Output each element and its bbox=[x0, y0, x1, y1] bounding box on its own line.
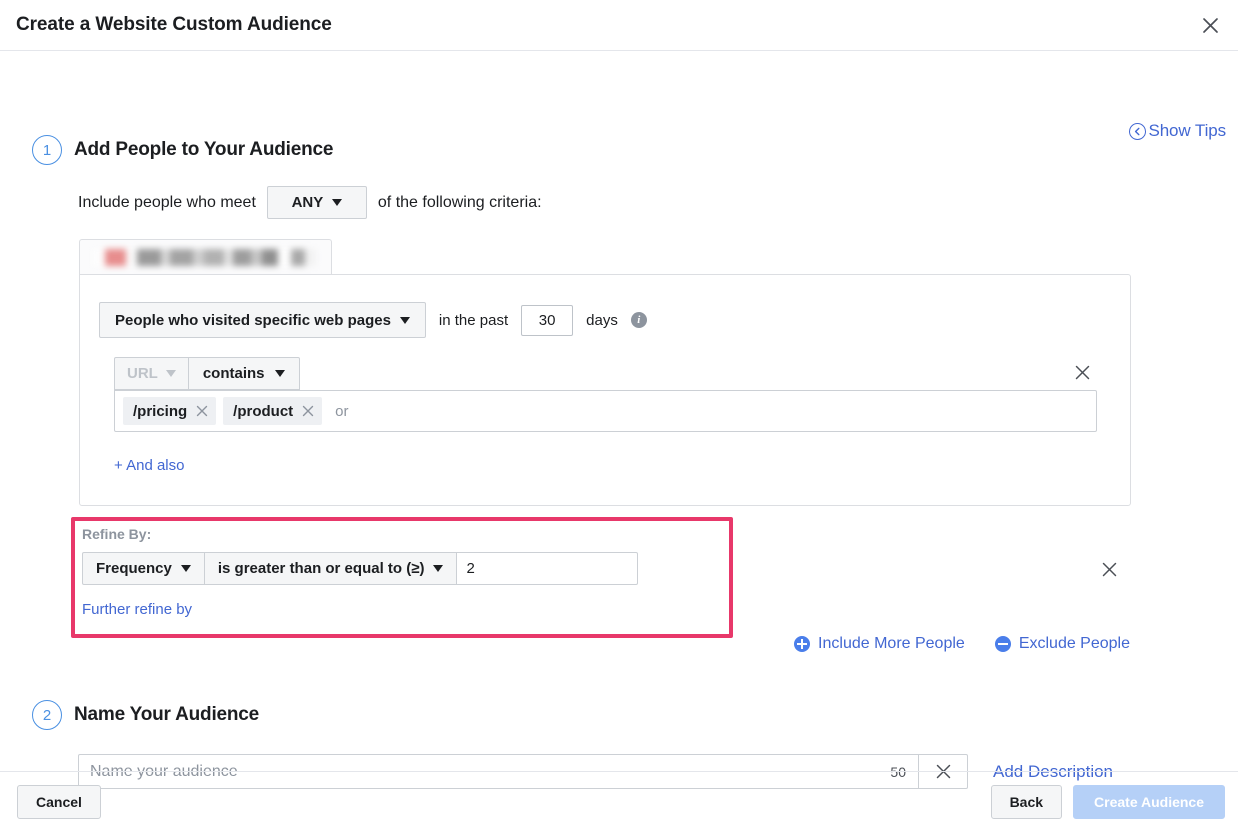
back-button[interactable]: Back bbox=[991, 785, 1062, 819]
pixel-source-tab[interactable] bbox=[79, 239, 332, 275]
create-audience-button[interactable]: Create Audience bbox=[1073, 785, 1225, 819]
cancel-button[interactable]: Cancel bbox=[17, 785, 101, 819]
chevron-down-icon bbox=[433, 565, 443, 572]
close-icon bbox=[302, 405, 314, 417]
close-icon bbox=[1202, 17, 1219, 34]
url-field-dropdown[interactable]: URL bbox=[114, 357, 189, 390]
and-also-link[interactable]: + And also bbox=[114, 457, 184, 474]
url-values-field[interactable]: /pricing /product or bbox=[114, 390, 1097, 432]
close-icon bbox=[1102, 562, 1117, 577]
chevron-down-icon bbox=[275, 370, 285, 377]
url-value-chip: /pricing bbox=[123, 397, 216, 425]
close-icon bbox=[1075, 365, 1090, 380]
in-the-past-label: in the past bbox=[439, 312, 508, 329]
info-icon[interactable]: i bbox=[631, 312, 647, 328]
url-field-value: URL bbox=[127, 365, 158, 382]
chevron-down-icon bbox=[400, 317, 410, 324]
chip-label: /pricing bbox=[133, 403, 187, 420]
include-more-people-label: Include More People bbox=[818, 635, 965, 653]
url-values-placeholder: or bbox=[335, 403, 348, 420]
step-1-header: 1 Add People to Your Audience bbox=[32, 135, 333, 165]
redacted-pixel-name bbox=[92, 249, 316, 266]
refine-value-input[interactable] bbox=[457, 552, 638, 585]
refine-by-label: Refine By: bbox=[82, 526, 151, 542]
step-1-number: 1 bbox=[32, 135, 62, 165]
refine-operator-dropdown[interactable]: is greater than or equal to (≥) bbox=[205, 552, 458, 585]
url-operator-value: contains bbox=[203, 365, 265, 382]
dialog-body: Show Tips 1 Add People to Your Audience … bbox=[0, 51, 1238, 770]
audience-scope-links: Include More People Exclude People bbox=[794, 635, 1130, 653]
show-tips-button[interactable]: Show Tips bbox=[1129, 121, 1226, 141]
step-1-title: Add People to Your Audience bbox=[74, 139, 333, 161]
refine-operator-value: is greater than or equal to (≥) bbox=[218, 560, 425, 577]
page-title: Create a Website Custom Audience bbox=[16, 14, 332, 36]
dialog-footer: Cancel Back Create Audience bbox=[0, 771, 1238, 832]
step-2-header: 2 Name Your Audience bbox=[32, 700, 259, 730]
url-operator-dropdown[interactable]: contains bbox=[189, 357, 300, 390]
remove-refine-button[interactable] bbox=[1098, 558, 1120, 580]
criteria-sentence: Include people who meet ANY of the follo… bbox=[78, 186, 542, 219]
remove-chip-button[interactable] bbox=[302, 405, 314, 417]
criteria-suffix-label: of the following criteria: bbox=[378, 194, 542, 212]
circle-chevron-left-icon bbox=[1129, 123, 1146, 140]
rule-row: People who visited specific web pages in… bbox=[99, 302, 647, 338]
chip-label: /product bbox=[233, 403, 293, 420]
remove-rule-button[interactable] bbox=[1071, 361, 1093, 383]
refine-metric-dropdown[interactable]: Frequency bbox=[82, 552, 205, 585]
match-type-value: ANY bbox=[292, 194, 324, 211]
show-tips-label: Show Tips bbox=[1148, 121, 1226, 141]
retention-days-input[interactable] bbox=[521, 305, 573, 336]
include-more-people-button[interactable]: Include More People bbox=[794, 635, 965, 653]
refine-by-row: Frequency is greater than or equal to (≥… bbox=[82, 552, 638, 585]
rule-type-dropdown[interactable]: People who visited specific web pages bbox=[99, 302, 426, 338]
chevron-down-icon bbox=[181, 565, 191, 572]
minus-circle-icon bbox=[995, 636, 1011, 652]
dialog-header: Create a Website Custom Audience bbox=[0, 0, 1238, 51]
criteria-prefix-label: Include people who meet bbox=[78, 194, 256, 212]
url-filter-row: URL contains bbox=[114, 357, 300, 390]
days-label: days bbox=[586, 312, 618, 329]
chevron-down-icon bbox=[166, 370, 176, 377]
match-type-dropdown[interactable]: ANY bbox=[267, 186, 367, 219]
criteria-group-box: People who visited specific web pages in… bbox=[79, 274, 1131, 506]
refine-metric-value: Frequency bbox=[96, 560, 172, 577]
plus-circle-icon bbox=[794, 636, 810, 652]
step-2-title: Name Your Audience bbox=[74, 704, 259, 726]
url-value-chip: /product bbox=[223, 397, 322, 425]
refine-by-highlight-box: Refine By: Frequency is greater than or … bbox=[71, 517, 733, 638]
step-2-number: 2 bbox=[32, 700, 62, 730]
remove-chip-button[interactable] bbox=[196, 405, 208, 417]
exclude-people-button[interactable]: Exclude People bbox=[995, 635, 1130, 653]
chevron-down-icon bbox=[332, 199, 342, 206]
close-icon bbox=[196, 405, 208, 417]
exclude-people-label: Exclude People bbox=[1019, 635, 1130, 653]
rule-type-value: People who visited specific web pages bbox=[115, 312, 391, 329]
further-refine-by-link[interactable]: Further refine by bbox=[82, 601, 192, 618]
footer-actions: Back Create Audience bbox=[991, 785, 1225, 819]
close-dialog-button[interactable] bbox=[1192, 7, 1228, 43]
